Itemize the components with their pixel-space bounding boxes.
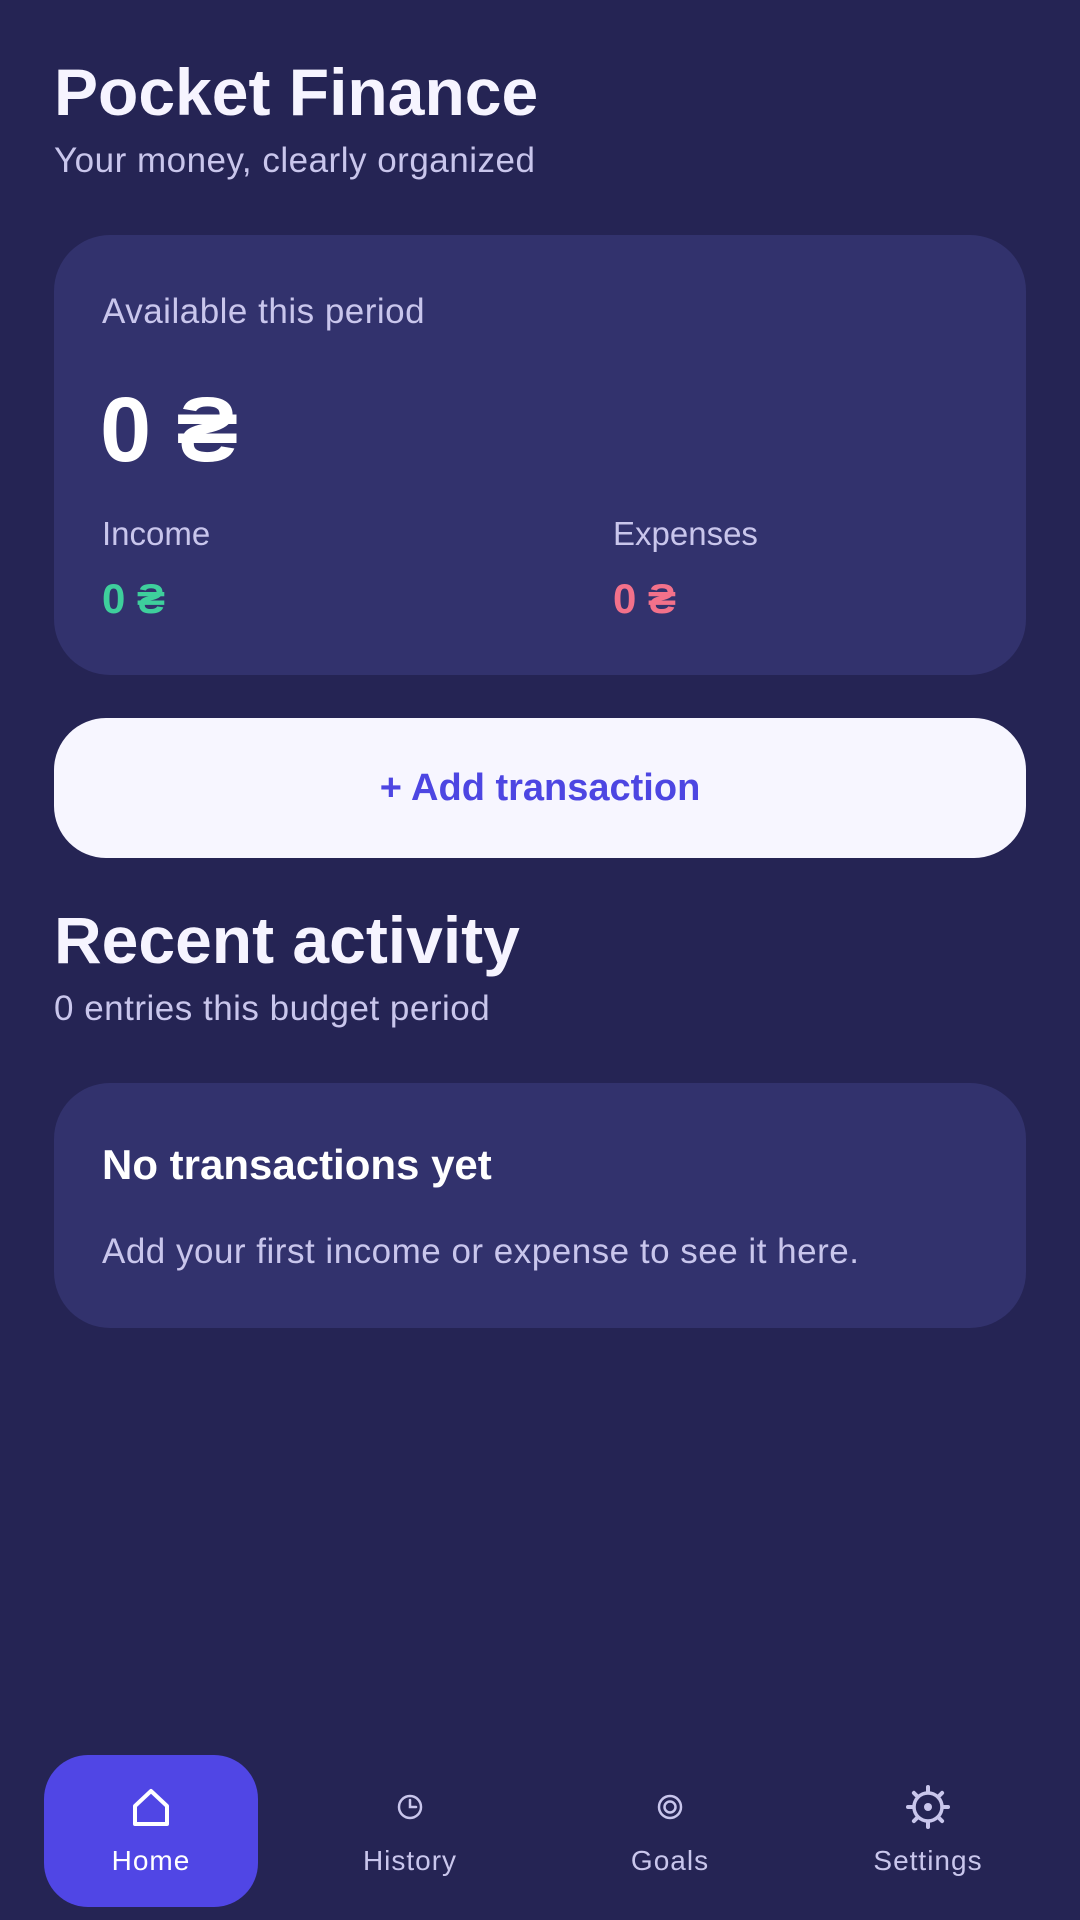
balance-amount: 0 ₴ (100, 379, 239, 481)
clock-icon (395, 1779, 425, 1835)
balance-card: Available this period 0 ₴ Income 0 ₴ Exp… (54, 235, 1026, 675)
nav-item-history[interactable]: History (303, 1755, 517, 1907)
expenses-stat: Expenses 0 ₴ (613, 512, 758, 624)
app-title: Pocket Finance (54, 55, 539, 129)
empty-state-text: Add your first income or expense to see … (102, 1232, 860, 1271)
income-value: 0 ₴ (102, 575, 166, 622)
empty-state-card: No transactions yet Add your first incom… (54, 1083, 1026, 1328)
income-label: Income (102, 515, 211, 552)
bottom-navigation: Home History Goals Settings (0, 1755, 1080, 1920)
income-stat: Income 0 ₴ (102, 512, 210, 624)
nav-item-home[interactable]: Home (44, 1755, 258, 1907)
nav-item-goals[interactable]: Goals (563, 1755, 777, 1907)
expenses-value: 0 ₴ (613, 575, 677, 622)
recent-activity-title: Recent activity (54, 903, 520, 977)
home-screen: Pocket Finance Your money, clearly organ… (0, 0, 1080, 1920)
app-subtitle: Your money, clearly organized (54, 141, 536, 180)
recent-activity-subtitle: 0 entries this budget period (54, 989, 491, 1028)
nav-label-history: History (362, 1845, 458, 1876)
nav-label-home: Home (111, 1845, 191, 1876)
nav-item-settings[interactable]: Settings (821, 1755, 1035, 1907)
balance-label: Available this period (102, 292, 426, 331)
empty-state-title: No transactions yet (102, 1141, 492, 1188)
nav-label-goals: Goals (630, 1845, 710, 1876)
expenses-label: Expenses (613, 515, 758, 552)
add-transaction-button[interactable]: + Add transaction (54, 718, 1026, 858)
gear-icon (905, 1779, 951, 1835)
home-icon (131, 1779, 171, 1835)
target-icon (655, 1779, 685, 1835)
nav-label-settings: Settings (873, 1845, 983, 1876)
